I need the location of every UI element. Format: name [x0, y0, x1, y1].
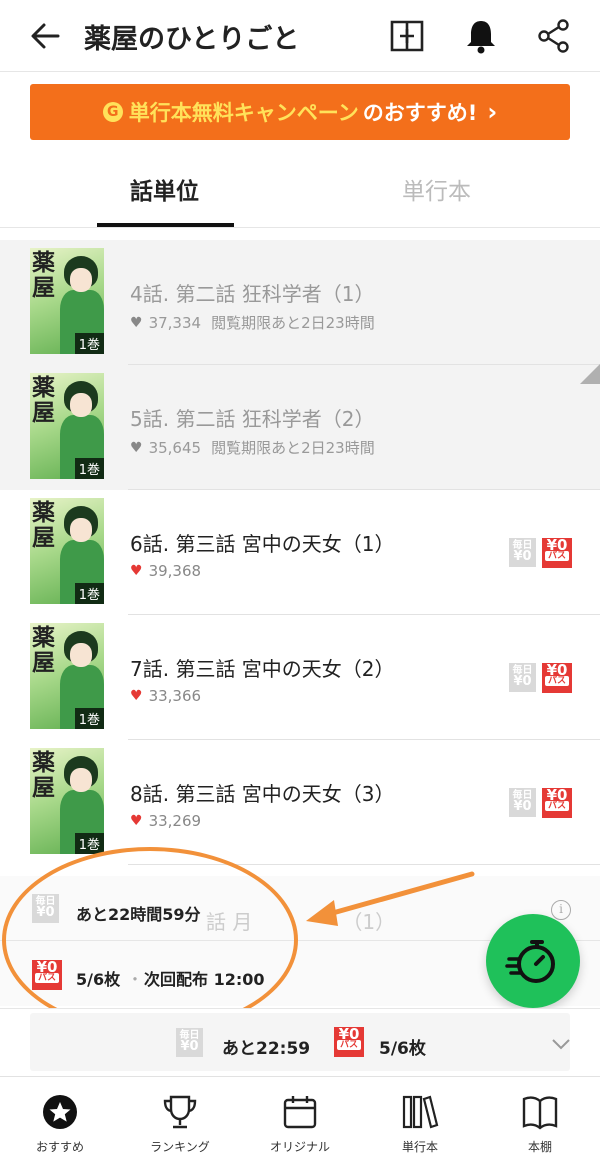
- episode-title: 4話. 第二話 狂科学者（1）: [130, 282, 375, 306]
- episode-badges: 毎日 ¥0 ¥0 パス: [509, 788, 572, 818]
- add-bookmark-icon[interactable]: [387, 16, 427, 56]
- episode-thumbnail: 薬屋 1巻: [30, 748, 104, 854]
- nav-item-bookshelf[interactable]: 本棚: [480, 1077, 600, 1170]
- volume-label: 1巻: [74, 583, 104, 604]
- nav-item-volumes[interactable]: 単行本: [360, 1077, 480, 1170]
- zero-yen-pass-badge: ¥0 パス: [542, 538, 572, 568]
- episode-title: 7話. 第三話 宮中の天女（2）: [130, 657, 395, 681]
- tab-volumes[interactable]: 単行本: [402, 172, 471, 206]
- tabs-divider: [0, 227, 600, 228]
- volume-label: 1巻: [74, 833, 104, 854]
- volume-label: 1巻: [74, 458, 104, 479]
- volume-label: 1巻: [74, 333, 104, 354]
- like-count: 35,645: [148, 438, 202, 457]
- campaign-g-icon: G: [102, 102, 123, 122]
- tab-episodes[interactable]: 話単位: [130, 172, 199, 206]
- like-count: 33,366: [148, 687, 202, 705]
- calendar-icon: [283, 1096, 317, 1129]
- like-count: 39,368: [148, 562, 202, 580]
- episode-meta: ♥ 33,366: [130, 687, 201, 705]
- episode-meta: ♥ 35,645 閲覧期限あと2日23時間: [130, 437, 375, 458]
- heart-icon: ♥: [130, 439, 143, 456]
- scroll-corner-marker: [580, 364, 600, 384]
- banner-text: のおすすめ!: [362, 101, 478, 125]
- zero-yen-pass-badge: ¥0 パス: [334, 1027, 364, 1057]
- episode-title: 8話. 第三話 宮中の天女（3）: [130, 782, 395, 806]
- thumbnail-title-art: 薬屋: [32, 624, 55, 676]
- episode-row[interactable]: 薬屋 1巻 5話. 第二話 狂科学者（2） ♥ 35,645 閲覧期限あと2日2…: [0, 365, 600, 490]
- nav-label: ランキング: [150, 1140, 210, 1154]
- heart-icon: ♥: [130, 314, 143, 331]
- annotation-circle: [2, 847, 298, 1033]
- heart-icon: ♥: [130, 813, 143, 829]
- nav-label: おすすめ: [35, 1140, 84, 1154]
- episode-thumbnail: 薬屋 1巻: [30, 498, 104, 604]
- episode-meta: ♥ 33,269: [130, 812, 201, 830]
- view-expiry: 閲覧期限あと2日23時間: [211, 314, 375, 332]
- thumbnail-title-art: 薬屋: [32, 499, 55, 551]
- heart-icon: ♥: [130, 563, 143, 579]
- episode-thumbnail: 薬屋 1巻: [30, 248, 104, 354]
- nav-label: オリジナル: [269, 1140, 330, 1154]
- like-count: 33,269: [148, 812, 202, 830]
- annotation-arrow-icon: [306, 871, 475, 926]
- mainichi-free-badge: 毎日 ¥0: [176, 1028, 203, 1057]
- free-timer-fab[interactable]: [486, 914, 580, 1008]
- books-icon: [402, 1095, 439, 1129]
- bottom-nav: おすすめ ランキング オリジナル 単行本 本棚: [0, 1076, 600, 1169]
- episode-badges: 毎日 ¥0 ¥0 パス: [509, 663, 572, 693]
- episode-title: 5話. 第二話 狂科学者（2）: [130, 407, 375, 431]
- volume-label: 1巻: [74, 708, 104, 729]
- view-expiry: 閲覧期限あと2日23時間: [211, 439, 375, 457]
- chevron-right-icon: ›: [487, 98, 498, 126]
- banner-highlight-text: 単行本無料キャンペーン: [128, 101, 359, 125]
- back-arrow-icon[interactable]: [26, 16, 66, 56]
- trophy-icon: [163, 1095, 197, 1129]
- nav-item-original[interactable]: オリジナル: [240, 1077, 360, 1170]
- bookshelf-icon: [522, 1096, 558, 1130]
- thumbnail-title-art: 薬屋: [32, 374, 55, 426]
- info-icon[interactable]: i: [551, 900, 571, 920]
- app-header: 薬屋のひとりごと: [0, 0, 600, 72]
- mainichi-free-badge: 毎日 ¥0: [509, 538, 536, 567]
- share-icon[interactable]: [534, 16, 574, 56]
- mainichi-free-badge: 毎日 ¥0: [509, 663, 536, 692]
- zero-yen-pass-badge: ¥0 パス: [542, 788, 572, 818]
- nav-item-ranking[interactable]: ランキング: [120, 1077, 240, 1170]
- ticket-status-bar[interactable]: 毎日 ¥0 あと22:59 ¥0 パス 5/6枚: [0, 1008, 600, 1074]
- zero-yen-pass-badge: ¥0 パス: [542, 663, 572, 693]
- campaign-banner[interactable]: G 単行本無料キャンペーン のおすすめ! ›: [30, 84, 570, 140]
- recommend-icon: [43, 1095, 77, 1129]
- episode-thumbnail: 薬屋 1巻: [30, 623, 104, 729]
- mainichi-free-badge: 毎日 ¥0: [509, 788, 536, 817]
- notification-bell-icon[interactable]: [461, 16, 501, 56]
- nav-item-recommend[interactable]: おすすめ: [0, 1077, 120, 1170]
- episode-meta: ♥ 37,334 閲覧期限あと2日23時間: [130, 312, 375, 333]
- heart-icon: ♥: [130, 688, 143, 704]
- episode-row[interactable]: 薬屋 1巻 7話. 第三話 宮中の天女（2） ♥ 33,366 毎日 ¥0 ¥0 パ…: [0, 615, 600, 740]
- pass-ticket-count: 5/6枚: [379, 1039, 426, 1059]
- page-title: 薬屋のひとりごと: [84, 24, 300, 55]
- thumbnail-title-art: 薬屋: [32, 749, 55, 801]
- chevron-down-icon[interactable]: [550, 1037, 572, 1051]
- mainichi-remaining-short: あと22:59: [222, 1039, 311, 1059]
- nav-label: 本棚: [527, 1140, 552, 1154]
- like-count: 37,334: [148, 313, 202, 332]
- stopwatch-icon: [505, 940, 555, 983]
- episode-row[interactable]: 薬屋 1巻 4話. 第二話 狂科学者（1） ♥ 37,334 閲覧期限あと2日2…: [0, 240, 600, 365]
- nav-label: 単行本: [401, 1140, 438, 1154]
- episode-meta: ♥ 39,368: [130, 562, 201, 580]
- thumbnail-title-art: 薬屋: [32, 249, 55, 301]
- episode-thumbnail: 薬屋 1巻: [30, 373, 104, 479]
- episode-row[interactable]: 薬屋 1巻 6話. 第三話 宮中の天女（1） ♥ 39,368 毎日 ¥0 ¥0 パ…: [0, 490, 600, 615]
- episode-row[interactable]: 薬屋 1巻 8話. 第三話 宮中の天女（3） ♥ 33,269 毎日 ¥0 ¥0 パ…: [0, 740, 600, 865]
- episode-title: 6話. 第三話 宮中の天女（1）: [130, 532, 395, 556]
- episode-badges: 毎日 ¥0 ¥0 パス: [509, 538, 572, 568]
